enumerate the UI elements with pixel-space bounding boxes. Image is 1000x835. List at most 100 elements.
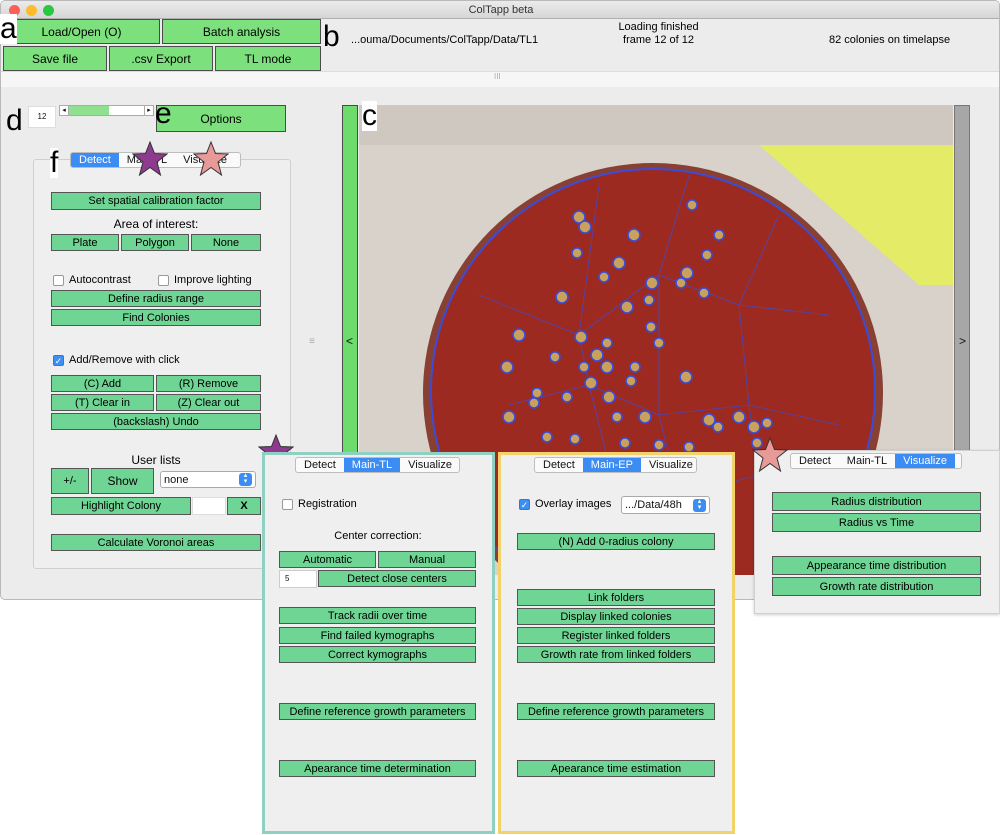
checkmark-icon[interactable]: ✓ [53,354,64,366]
frame-slider[interactable]: ◂ ▸ [59,105,154,116]
tab-detect[interactable]: Detect [296,458,344,472]
splitter-bar[interactable]: III [1,71,999,87]
minimize-window-button[interactable] [26,5,37,16]
tab-visualize[interactable]: Visualize [895,454,955,468]
detect-close-centers-button[interactable]: Detect close centers [318,570,476,587]
define-radius-range-button[interactable]: Define radius range [51,290,261,307]
save-file-button[interactable]: Save file [3,46,107,71]
remove-colony-button[interactable]: (R) Remove [156,375,261,392]
tab-detect[interactable]: Detect [535,458,583,472]
add-zero-radius-button[interactable]: (N) Add 0-radius colony [517,533,715,550]
improve-lighting-label: Improve lighting [174,274,252,286]
tab-main-ep[interactable]: Main-EP [582,458,641,472]
plate-button[interactable]: Plate [51,234,119,251]
figure-label-c: c [362,99,377,132]
link-folders-button[interactable]: Link folders [517,589,715,606]
close-centers-field[interactable]: 5 [279,570,317,588]
calculate-voronoi-button[interactable]: Calculate Voronoi areas [51,534,261,551]
main-tl-tab-bar: Detect Main-TL Visualize [295,457,460,473]
figure-label-f: f [50,146,59,179]
manual-button[interactable]: Manual [378,551,476,568]
overlay-images-checkbox[interactable]: ✓ Overlay images [519,498,611,510]
figure-label-e: e [155,97,172,130]
tab-visualize[interactable]: Visualize [641,458,696,472]
slider-right-arrow-icon[interactable]: ▸ [144,106,153,115]
csv-export-button[interactable]: .csv Export [109,46,213,71]
checkbox-box[interactable] [53,274,64,286]
automatic-button[interactable]: Automatic [279,551,376,568]
radius-vs-time-button[interactable]: Radius vs Time [772,513,981,532]
plus-minus-button[interactable]: +/- [51,468,89,494]
appearance-time-determination-button[interactable]: Apearance time determination [279,760,476,777]
right-arrow-icon: > [959,334,967,348]
user-lists-label: User lists [131,453,181,467]
none-button[interactable]: None [191,234,261,251]
spatial-calibration-button[interactable]: Set spatial calibration factor [51,192,261,210]
center-correction-label: Center correction: [334,530,422,542]
find-failed-kymographs-button[interactable]: Find failed kymographs [279,627,476,644]
batch-analysis-button[interactable]: Batch analysis [162,19,321,44]
undo-button[interactable]: (backslash) Undo [51,413,261,430]
title-bar: ColTapp beta [1,1,999,19]
figure-label-d: d [6,104,23,137]
correct-kymographs-button[interactable]: Correct kymographs [279,646,476,663]
define-reference-growth-button[interactable]: Define reference growth parameters [517,703,715,720]
purple-star-icon [132,141,168,177]
user-list-select[interactable]: none ▴ ▾ [160,471,256,488]
tab-main-tl[interactable]: Main-TL [839,454,895,468]
autocontrast-label: Autocontrast [69,274,131,286]
load-open-button[interactable]: Load/Open (O) [3,19,160,44]
radius-distribution-button[interactable]: Radius distribution [772,492,981,511]
figure-label-b: b [323,20,340,53]
clear-highlight-button[interactable]: X [227,497,261,515]
status-line-1: Loading finished [618,21,699,33]
figure-label-a: a [0,12,17,45]
slider-fill [69,106,109,115]
growth-rate-distribution-button[interactable]: Growth rate distribution [772,577,981,596]
polygon-button[interactable]: Polygon [121,234,189,251]
area-of-interest-label: Area of interest: [113,217,199,231]
clear-out-button[interactable]: (Z) Clear out [156,394,261,411]
tl-mode-button[interactable]: TL mode [215,46,321,71]
highlight-colony-field[interactable] [192,497,226,515]
track-radii-button[interactable]: Track radii over time [279,607,476,624]
display-linked-colonies-button[interactable]: Display linked colonies [517,608,715,625]
registration-checkbox[interactable]: Registration [282,498,357,510]
improve-lighting-checkbox[interactable]: Improve lighting [158,274,252,286]
pink-star-icon [193,141,229,177]
zoom-window-button[interactable] [43,5,54,16]
left-arrow-icon: < [346,334,354,348]
appearance-time-estimation-button[interactable]: Apearance time estimation [517,760,715,777]
growth-rate-linked-button[interactable]: Growth rate from linked folders [517,646,715,663]
checkbox-box[interactable] [282,498,293,510]
add-colony-button[interactable]: (C) Add [51,375,154,392]
options-button[interactable]: Options [156,105,286,132]
define-reference-growth-button[interactable]: Define reference growth parameters [279,703,476,720]
colony-count: 82 colonies on timelapse [829,34,951,46]
autocontrast-checkbox[interactable]: Autocontrast [53,274,131,286]
add-remove-checkbox[interactable]: ✓ Add/Remove with click [53,354,180,366]
window-title: ColTapp beta [468,4,534,16]
tab-detect[interactable]: Detect [71,153,119,167]
tab-visualize[interactable]: Visualize [400,458,459,472]
select-stepper-icon: ▴ ▾ [239,472,252,486]
folder-path: ...ouma/Documents/ColTapp/Data/TL1 [351,34,539,46]
splitter-grip: III [494,72,501,81]
register-linked-folders-button[interactable]: Register linked folders [517,627,715,644]
frame-number-field[interactable]: 12 [28,106,56,128]
slider-left-arrow-icon[interactable]: ◂ [60,106,69,115]
tab-detect[interactable]: Detect [791,454,839,468]
clear-in-button[interactable]: (T) Clear in [51,394,154,411]
user-list-value: none [164,473,189,486]
overlay-folder-select[interactable]: .../Data/48h ▴ ▾ [621,496,710,514]
appearance-time-distribution-button[interactable]: Appearance time distribution [772,556,981,575]
add-remove-label: Add/Remove with click [69,354,180,366]
tab-main-tl[interactable]: Main-TL [343,458,401,472]
pink-star-icon [752,437,788,473]
checkbox-box[interactable] [158,274,169,286]
highlight-colony-button[interactable]: Highlight Colony [51,497,191,515]
find-colonies-button[interactable]: Find Colonies [51,309,261,326]
panel-divider-grip[interactable]: ≡ [309,336,315,347]
checkmark-icon[interactable]: ✓ [519,498,530,510]
show-list-button[interactable]: Show [91,468,154,494]
